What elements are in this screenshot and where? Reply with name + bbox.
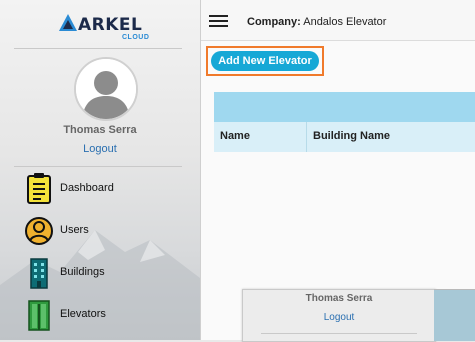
popup-side-panel bbox=[434, 289, 475, 341]
hamburger-menu-icon[interactable] bbox=[209, 15, 228, 27]
user-icon bbox=[25, 217, 53, 245]
column-divider bbox=[306, 122, 307, 152]
arkel-logo: ARKEL CLOUD bbox=[58, 12, 158, 42]
user-silhouette-icon bbox=[76, 59, 136, 119]
company-name: Andalos Elevator bbox=[303, 16, 387, 28]
column-header-building-name[interactable]: Building Name bbox=[313, 130, 390, 142]
divider bbox=[261, 333, 417, 334]
elevator-icon bbox=[28, 300, 50, 331]
add-new-elevator-button[interactable]: Add New Elevator bbox=[211, 51, 319, 71]
column-header-name[interactable]: Name bbox=[220, 130, 250, 142]
nav-item-label: Buildings bbox=[60, 266, 105, 278]
avatar bbox=[74, 57, 138, 121]
nav-item-elevators[interactable]: Elevators bbox=[24, 298, 184, 332]
divider bbox=[14, 166, 182, 167]
company-label: Company: bbox=[247, 16, 301, 28]
logo-text: ARKEL bbox=[78, 15, 143, 35]
popup-user-name: Thomas Serra bbox=[305, 293, 373, 304]
popup-logout-link[interactable]: Logout bbox=[243, 312, 435, 323]
company-header: Company: Andalos Elevator bbox=[247, 16, 386, 28]
nav-item-users[interactable]: Users bbox=[24, 214, 184, 248]
logo-mark-icon bbox=[59, 14, 77, 31]
table-band bbox=[214, 92, 475, 122]
logo-subtext: CLOUD bbox=[122, 34, 150, 41]
nav-item-label: Users bbox=[60, 224, 89, 236]
nav-item-label: Elevators bbox=[60, 308, 106, 320]
dashboard-icon bbox=[27, 173, 51, 204]
add-button-highlight: Add New Elevator bbox=[206, 46, 324, 76]
user-popup: Thomas Serra Logout bbox=[242, 289, 436, 342]
logout-link[interactable]: Logout bbox=[0, 143, 200, 155]
elevators-table: Name Building Name bbox=[214, 92, 475, 152]
building-icon bbox=[30, 258, 48, 289]
user-name: Thomas Serra bbox=[63, 124, 137, 136]
nav-item-dashboard[interactable]: Dashboard bbox=[24, 172, 184, 206]
table-header-row: Name Building Name bbox=[214, 122, 475, 152]
nav-item-buildings[interactable]: Buildings bbox=[24, 256, 184, 290]
sidebar: ARKEL CLOUD Thomas Serra Logout Dashboar… bbox=[0, 0, 201, 340]
divider bbox=[14, 48, 182, 49]
nav-item-label: Dashboard bbox=[60, 182, 114, 194]
top-bar: Company: Andalos Elevator bbox=[201, 0, 475, 41]
